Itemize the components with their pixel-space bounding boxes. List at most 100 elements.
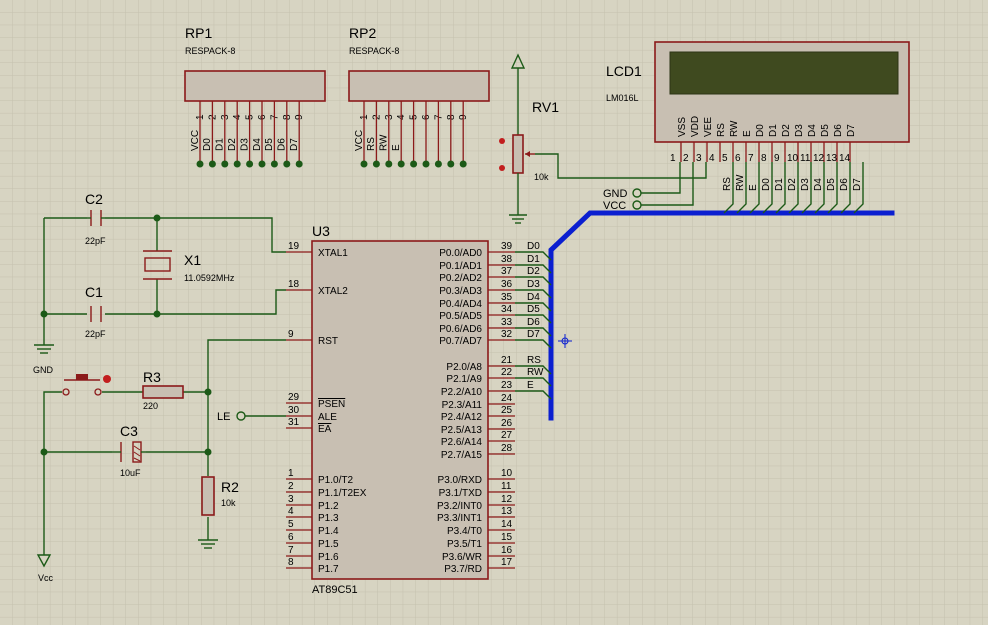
rp1-pin-name: D6 <box>277 138 288 151</box>
u3-microcontroller[interactable]: U3 AT89C51 19XTAL118XTAL29RST29PSEN30ALE… <box>286 223 552 596</box>
u3-pin-name: P2.6/A14 <box>441 437 483 448</box>
u3-pin-name: P2.1/A9 <box>446 374 482 385</box>
u3-pin-name: P1.2 <box>318 501 339 512</box>
pushbutton-icon[interactable] <box>76 374 88 380</box>
lcd-value: LM016L <box>606 93 639 103</box>
u3-pin-name: P3.5/T1 <box>447 539 482 550</box>
u3-pin-num: 11 <box>501 481 512 492</box>
rp1-ref: RP1 <box>185 25 212 41</box>
rv1-dec-icon[interactable] <box>499 165 505 171</box>
u3-net-label: E <box>527 380 534 391</box>
bus-entry-label: D7 <box>852 178 863 191</box>
r3-value: 220 <box>143 401 158 411</box>
rv1-inc-icon[interactable] <box>499 138 505 144</box>
lcd-pin-name: RW <box>729 120 740 137</box>
rv1-value: 10k <box>534 172 549 182</box>
u3-pin-num: 30 <box>288 405 300 416</box>
u3-pin-name: P1.3 <box>318 513 339 524</box>
u3-pin-name: P2.4/A12 <box>441 412 483 423</box>
u3-pin-name: P3.3/INT1 <box>437 513 482 524</box>
r3-ref: R3 <box>143 369 161 385</box>
u3-pin-num: 33 <box>501 317 513 328</box>
r2-ref: R2 <box>221 479 239 495</box>
schematic-canvas[interactable]: RP1 RESPACK-8 VCC 1 D0 2 D1 3 D2 4 D3 5 D4 6 D5 7 D6 8 D… <box>0 0 988 625</box>
u3-pin-num: 26 <box>501 418 513 429</box>
bus-entry-label: D0 <box>761 178 772 191</box>
u3-pin-num: 18 <box>288 279 300 290</box>
lcd-pin-name: D6 <box>833 124 844 137</box>
u3-net-label: RW <box>527 367 544 378</box>
u3-net-label: D1 <box>527 254 540 265</box>
u3-pin-num: 39 <box>501 241 513 252</box>
u3-net-label: D7 <box>527 329 540 340</box>
u3-pin-num: 1 <box>288 468 294 479</box>
lcd-pin-num: 8 <box>761 153 767 164</box>
lcd-pin-name: D5 <box>820 124 831 137</box>
u3-pin-name: P3.2/INT0 <box>437 501 482 512</box>
rp1-pin-name: D7 <box>289 138 300 151</box>
u3-pin-num: 2 <box>288 481 294 492</box>
rp1-pin-name: D5 <box>264 138 275 151</box>
bus-entry-label: D6 <box>839 178 850 191</box>
u3-pin-name: ALE <box>318 412 337 423</box>
lcd-ref: LCD1 <box>606 63 642 79</box>
u3-pin-name: P0.7/AD7 <box>439 336 482 347</box>
u3-pin-name: P3.0/RXD <box>438 475 482 486</box>
lcd-pin-name: VSS <box>677 117 688 137</box>
u3-pin-num: 37 <box>501 266 513 277</box>
lcd-pin-num: 9 <box>774 153 780 164</box>
u3-pin-name: P0.3/AD3 <box>439 286 482 297</box>
button-press-icon[interactable] <box>103 375 111 383</box>
bus-entry-label: D5 <box>826 178 837 191</box>
lcd-pin-name: VDD <box>690 116 701 137</box>
r3-body <box>142 385 184 399</box>
u3-pin-name: P0.1/AD1 <box>439 261 482 272</box>
u3-pin-num: 12 <box>501 494 513 505</box>
u3-pin-num: 36 <box>501 279 513 290</box>
lcd-pin-num: 7 <box>748 153 754 164</box>
lcd-pin-num: 10 <box>787 153 799 164</box>
u3-pin-num: 34 <box>501 304 513 315</box>
u3-pin-num: 3 <box>288 494 294 505</box>
bus-entry-label: D3 <box>800 178 811 191</box>
rp1-pin-name: D3 <box>239 138 250 151</box>
u3-pin-name: P0.0/AD0 <box>439 248 482 259</box>
lcd-pin-name: D1 <box>768 124 779 137</box>
u3-pin-name: P3.6/WR <box>442 552 482 563</box>
rp1-body <box>184 70 326 102</box>
bus-entry-label: RS <box>722 177 733 191</box>
r2-value: 10k <box>221 498 236 508</box>
rp1-pin-name: VCC <box>190 130 201 151</box>
u3-pin-num: 5 <box>288 519 294 530</box>
bus-entry-label: E <box>748 184 759 191</box>
u3-pin-name: P0.5/AD5 <box>439 311 482 322</box>
lcd-pin-num: 13 <box>826 153 838 164</box>
u3-pin-num: 6 <box>288 532 294 543</box>
u3-pin-name: P1.5 <box>318 539 339 550</box>
u3-pin-name: P2.2/A10 <box>441 387 483 398</box>
u3-pin-num: 13 <box>501 506 513 517</box>
rp2-pin-name: E <box>391 144 402 151</box>
u3-pin-num: 25 <box>501 405 513 416</box>
u3-pin-name: RST <box>318 336 338 347</box>
rp2-value: RESPACK-8 <box>349 46 399 56</box>
u3-pin-name: P3.7/RD <box>444 564 482 575</box>
x1-ref: X1 <box>184 252 201 268</box>
u3-pin-name: XTAL1 <box>318 248 348 259</box>
u3-pin-num: 27 <box>501 430 513 441</box>
bus-entry-label: D1 <box>774 178 785 191</box>
gnd-left-label: GND <box>33 365 54 375</box>
rp2-ref: RP2 <box>349 25 376 41</box>
u3-pin-name: P2.0/A8 <box>446 362 482 373</box>
u3-pin-num: 4 <box>288 506 294 517</box>
rp1-pin-name: D4 <box>252 138 263 151</box>
u3-ref: U3 <box>312 223 330 239</box>
lcd-pin-name: D3 <box>794 124 805 137</box>
u3-net-label: D6 <box>527 317 540 328</box>
u3-pin-num: 15 <box>501 532 513 543</box>
rv1-body <box>512 134 524 174</box>
c2-ref: C2 <box>85 191 103 207</box>
c1-value: 22pF <box>85 329 106 339</box>
rp1-pin-name: D0 <box>202 138 213 151</box>
rp2-pin-name: VCC <box>354 130 365 151</box>
